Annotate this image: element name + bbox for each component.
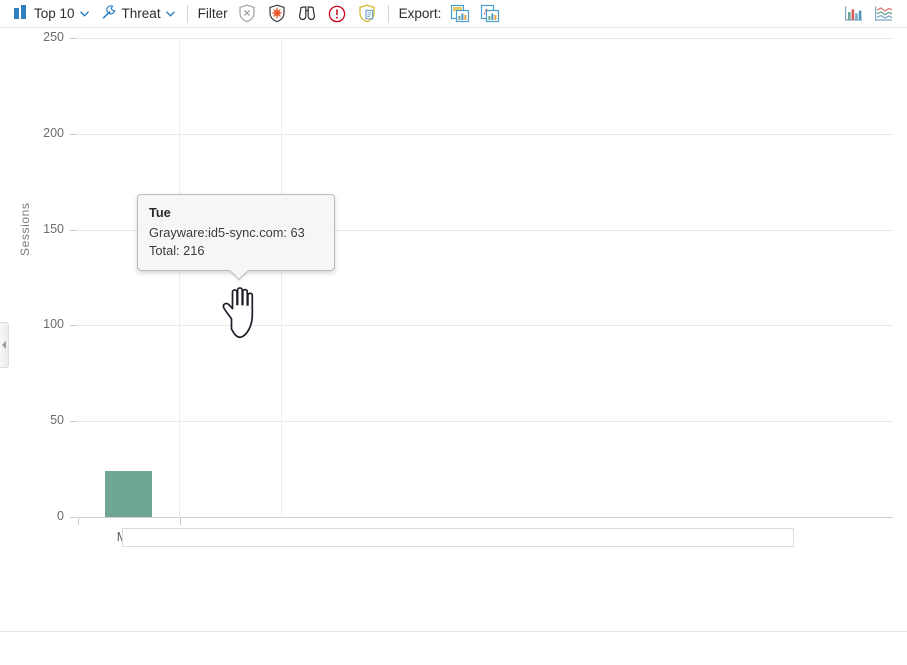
- threat-chart-app: Top 10 Threat Filter: [0, 0, 907, 665]
- chart-legend: [122, 528, 794, 547]
- y-axis-tick-label: 200: [16, 126, 64, 140]
- wrench-icon: [101, 5, 117, 23]
- toolbar-divider-2: [388, 5, 389, 23]
- tooltip-arrow: [230, 270, 248, 279]
- export-label: Export:: [395, 6, 446, 21]
- y-axis-tick-label: 250: [16, 30, 64, 44]
- line-chart-view-icon[interactable]: [871, 2, 897, 26]
- threat-label: Threat: [122, 6, 161, 21]
- y-axis-tick-mark: [70, 38, 77, 39]
- toolbar: Top 10 Threat Filter: [0, 0, 907, 28]
- plot-canvas[interactable]: 050100150200250MonTue: [78, 38, 893, 518]
- y-axis-tick-mark: [70, 421, 77, 422]
- chevron-down-icon: [80, 9, 89, 20]
- top-10-label: Top 10: [34, 6, 75, 21]
- top-10-dropdown[interactable]: Top 10: [8, 1, 95, 27]
- y-axis-tick-label: 0: [16, 509, 64, 523]
- x-axis-tick-mark: [78, 518, 79, 525]
- column-chart-view-icon[interactable]: [841, 2, 867, 26]
- chevron-down-icon: [166, 9, 175, 20]
- y-axis-tick-mark: [70, 134, 77, 135]
- threat-dropdown[interactable]: Threat: [95, 1, 181, 27]
- binoculars-icon[interactable]: [294, 2, 320, 26]
- y-axis-tick-label: 50: [16, 413, 64, 427]
- y-axis-tick-label: 150: [16, 222, 64, 236]
- y-axis-tick-label: 100: [16, 317, 64, 331]
- tooltip-total: Total: 216: [149, 242, 323, 260]
- bar-chart-icon: [14, 5, 29, 22]
- bar-segment[interactable]: [105, 471, 152, 517]
- y-axis-tick-mark: [70, 325, 77, 326]
- chart-tooltip: Tue Grayware:id5-sync.com: 63 Total: 216: [137, 194, 335, 271]
- toolbar-divider: [187, 5, 188, 23]
- export-pdf-icon[interactable]: A: [477, 2, 503, 26]
- y-axis-tick-mark: [70, 230, 77, 231]
- tooltip-series-value: Grayware:id5-sync.com: 63: [149, 224, 323, 242]
- shield-virus-icon[interactable]: [264, 2, 290, 26]
- x-axis-band[interactable]: [78, 38, 180, 518]
- export-csv-icon[interactable]: [447, 2, 473, 26]
- filter-label: Filter: [194, 6, 232, 21]
- time-range-bar: [0, 631, 907, 665]
- shield-x-icon[interactable]: [234, 2, 260, 26]
- tooltip-title: Tue: [149, 204, 323, 222]
- y-axis-tick-mark: [70, 517, 77, 518]
- stacked-bar[interactable]: [105, 471, 152, 517]
- shield-document-icon[interactable]: [354, 2, 380, 26]
- x-axis-tick-mark: [180, 518, 181, 525]
- alert-circle-icon[interactable]: [324, 2, 350, 26]
